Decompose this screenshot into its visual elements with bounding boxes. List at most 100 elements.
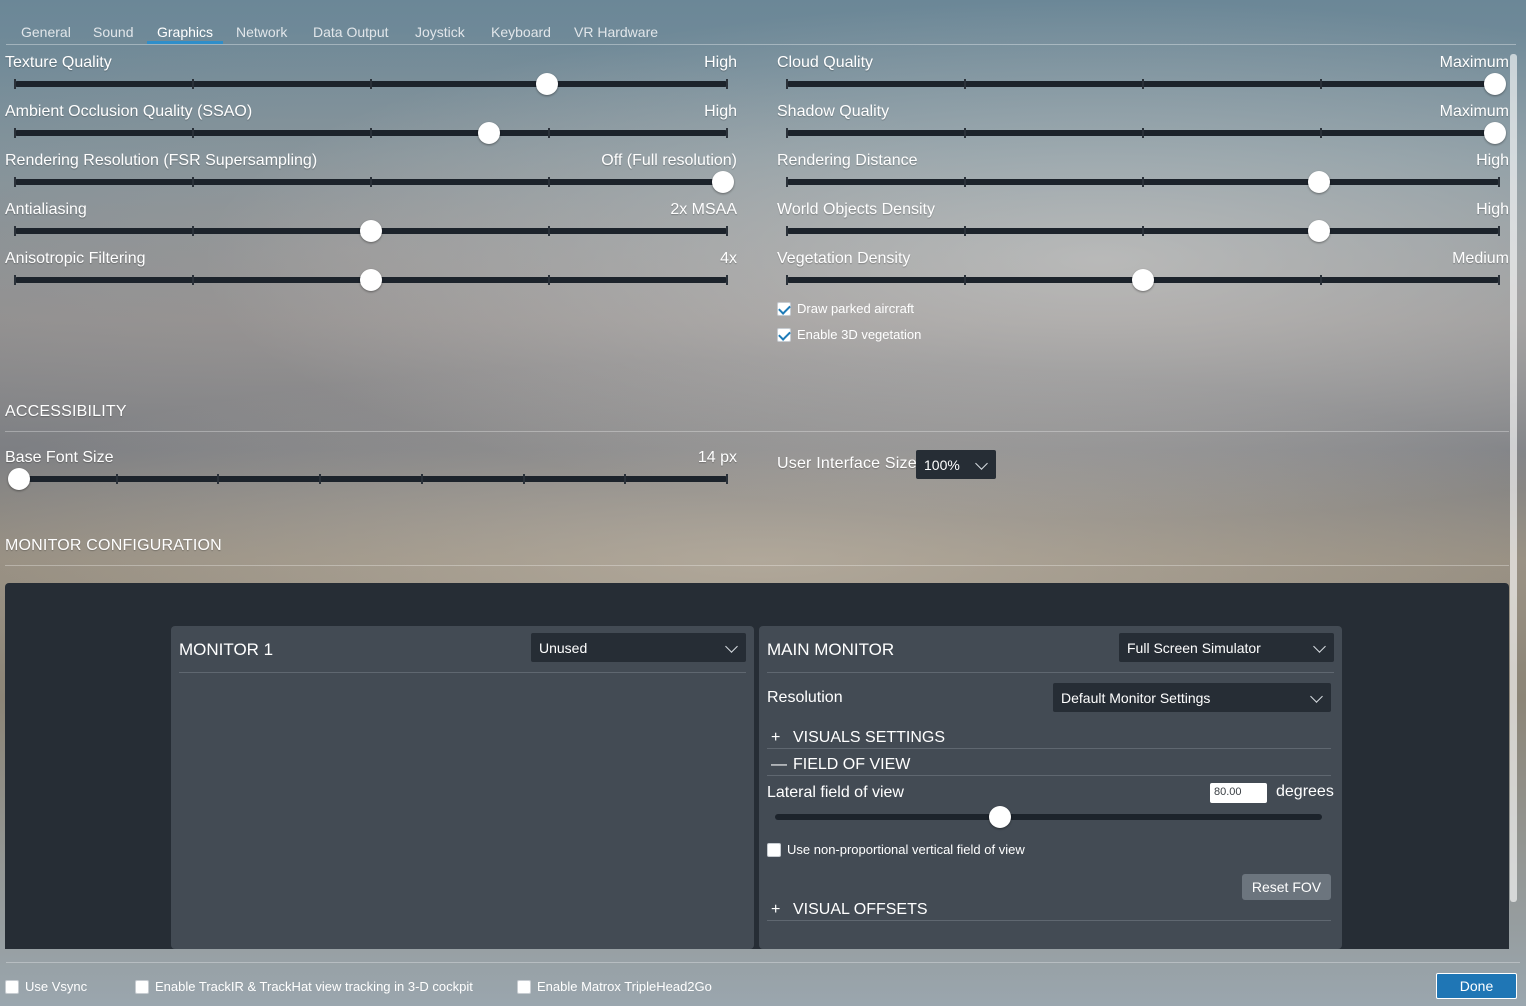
tab-general[interactable]: General bbox=[21, 24, 71, 40]
antialiasing-slider-track[interactable] bbox=[14, 220, 728, 242]
monitor-1-mode-value: Unused bbox=[539, 639, 588, 656]
tab-keyboard[interactable]: Keyboard bbox=[491, 24, 551, 40]
rendering-distance-slider-thumb[interactable] bbox=[1308, 171, 1330, 193]
setting-value: High bbox=[1476, 201, 1509, 218]
visual-offsets-divider bbox=[767, 920, 1331, 921]
visual-offsets-section[interactable]: + VISUAL OFFSETS bbox=[771, 901, 928, 919]
lateral-fov-track[interactable] bbox=[775, 806, 1322, 828]
enable-3d-vegetation-label: Enable 3D vegetation bbox=[797, 327, 922, 342]
done-button[interactable]: Done bbox=[1436, 973, 1517, 999]
anisotropic-filtering-slider-track[interactable] bbox=[14, 269, 728, 291]
slider-tick bbox=[726, 128, 728, 138]
main-monitor-panel: MAIN MONITOR Full Screen Simulator Resol… bbox=[759, 626, 1342, 949]
slider-tick bbox=[14, 79, 16, 89]
chevron-down-icon bbox=[975, 456, 988, 470]
tab-joystick[interactable]: Joystick bbox=[415, 24, 465, 40]
main-monitor-divider bbox=[767, 672, 1334, 673]
main-monitor-mode-dropdown[interactable]: Full Screen Simulator bbox=[1119, 633, 1334, 662]
shadow-quality-slider-thumb[interactable] bbox=[1484, 122, 1506, 144]
trackir-checkbox[interactable] bbox=[135, 979, 149, 994]
shadow-quality-slider-track[interactable] bbox=[786, 122, 1506, 144]
cloud-quality-slider-track[interactable] bbox=[786, 73, 1506, 95]
setting-label: Antialiasing bbox=[5, 201, 87, 218]
enable-3d-vegetation-checkbox[interactable] bbox=[777, 327, 791, 342]
setting-value: Medium bbox=[1452, 250, 1509, 267]
lateral-fov-input[interactable]: 80.00 bbox=[1210, 783, 1267, 803]
visuals-settings-divider bbox=[767, 748, 1331, 749]
setting-label: Shadow Quality bbox=[777, 103, 890, 120]
non-proportional-fov-option[interactable]: Use non-proportional vertical field of v… bbox=[767, 842, 1025, 857]
use-vsync-option[interactable]: Use Vsync bbox=[5, 979, 87, 994]
setting-label: Ambient Occlusion Quality (SSAO) bbox=[5, 103, 253, 120]
matrox-checkbox[interactable] bbox=[517, 979, 531, 994]
matrox-option[interactable]: Enable Matrox TripleHead2Go bbox=[517, 979, 712, 994]
slider-tick bbox=[192, 177, 194, 187]
slider-tick bbox=[1320, 79, 1322, 89]
setting-value: High bbox=[704, 103, 737, 120]
slider-tick bbox=[964, 275, 966, 285]
lateral-fov-thumb[interactable] bbox=[989, 806, 1012, 828]
slider-tick bbox=[14, 226, 16, 236]
tab-data-output[interactable]: Data Output bbox=[313, 24, 389, 40]
monitor-configuration-heading: MONITOR CONFIGURATION bbox=[5, 537, 222, 554]
slider-tick bbox=[14, 177, 16, 187]
tab-network[interactable]: Network bbox=[236, 24, 287, 40]
slider-tick bbox=[14, 128, 16, 138]
slider-tick bbox=[1320, 128, 1322, 138]
enable-3d-vegetation-option[interactable]: Enable 3D vegetation bbox=[777, 327, 921, 342]
resolution-dropdown[interactable]: Default Monitor Settings bbox=[1053, 683, 1331, 712]
setting-value: 14 px bbox=[697, 449, 737, 466]
setting-label: Anisotropic Filtering bbox=[5, 250, 146, 267]
slider-tick bbox=[548, 226, 550, 236]
vegetation-density-slider-track[interactable] bbox=[786, 269, 1500, 291]
cloud-quality-slider-thumb[interactable] bbox=[1484, 73, 1506, 95]
texture-quality-slider-thumb[interactable] bbox=[536, 73, 558, 95]
rendering-resolution-slider-track[interactable] bbox=[14, 171, 734, 193]
tab-vr-hardware[interactable]: VR Hardware bbox=[574, 24, 658, 40]
setting-label: Base Font Size bbox=[5, 449, 114, 466]
monitor-1-mode-dropdown[interactable]: Unused bbox=[531, 633, 746, 662]
use-vsync-checkbox[interactable] bbox=[5, 979, 19, 994]
world-objects-density-slider-thumb[interactable] bbox=[1308, 220, 1330, 242]
scrollbar-thumb[interactable] bbox=[1510, 54, 1517, 902]
visuals-settings-section[interactable]: + VISUALS SETTINGS bbox=[771, 729, 945, 747]
non-proportional-fov-checkbox[interactable] bbox=[767, 842, 781, 857]
ui-size-value: 100% bbox=[924, 456, 960, 473]
slider-tick bbox=[192, 226, 194, 236]
tab-sound[interactable]: Sound bbox=[93, 24, 133, 40]
ui-size-dropdown[interactable]: 100% bbox=[916, 450, 996, 479]
slider-tick bbox=[964, 226, 966, 236]
draw-parked-aircraft-checkbox[interactable] bbox=[777, 301, 791, 316]
monitor-1-title: MONITOR 1 bbox=[179, 640, 274, 659]
trackir-option[interactable]: Enable TrackIR & TrackHat view tracking … bbox=[135, 979, 473, 994]
antialiasing-slider-thumb[interactable] bbox=[360, 220, 382, 242]
slider-tick bbox=[786, 128, 788, 138]
anisotropic-filtering-slider-thumb[interactable] bbox=[360, 269, 382, 291]
tab-graphics[interactable]: Graphics bbox=[157, 24, 213, 40]
collapse-icon: — bbox=[771, 756, 787, 773]
rendering-resolution-slider-thumb[interactable] bbox=[712, 171, 734, 193]
ssao-quality-slider-track[interactable] bbox=[14, 122, 728, 144]
reset-fov-button[interactable]: Reset FOV bbox=[1242, 874, 1331, 900]
setting-value: High bbox=[704, 54, 737, 71]
expand-icon: + bbox=[771, 901, 781, 918]
rendering-distance-slider-track[interactable] bbox=[786, 171, 1500, 193]
setting-value: Off (Full resolution) bbox=[601, 152, 737, 169]
slider-tick bbox=[1498, 275, 1500, 285]
texture-quality-slider-track[interactable] bbox=[14, 73, 728, 95]
ssao-quality-slider-thumb[interactable] bbox=[477, 122, 500, 144]
slider-tick bbox=[548, 128, 550, 138]
slider-tick bbox=[786, 275, 788, 285]
bottom-divider bbox=[6, 962, 1520, 963]
expand-icon: + bbox=[771, 729, 781, 746]
slider-tick bbox=[1498, 226, 1500, 236]
draw-parked-aircraft-option[interactable]: Draw parked aircraft bbox=[777, 301, 914, 316]
setting-value: 2x MSAA bbox=[670, 201, 737, 218]
world-objects-density-slider-track[interactable] bbox=[786, 220, 1500, 242]
field-of-view-section[interactable]: — FIELD OF VIEW bbox=[771, 756, 910, 774]
chevron-down-icon bbox=[725, 639, 738, 653]
base-font-size-setting: Base Font Size 14 px bbox=[5, 449, 737, 489]
slider-tick bbox=[370, 128, 372, 138]
setting-label: World Objects Density bbox=[777, 201, 935, 218]
vegetation-density-slider-thumb[interactable] bbox=[1132, 269, 1154, 291]
